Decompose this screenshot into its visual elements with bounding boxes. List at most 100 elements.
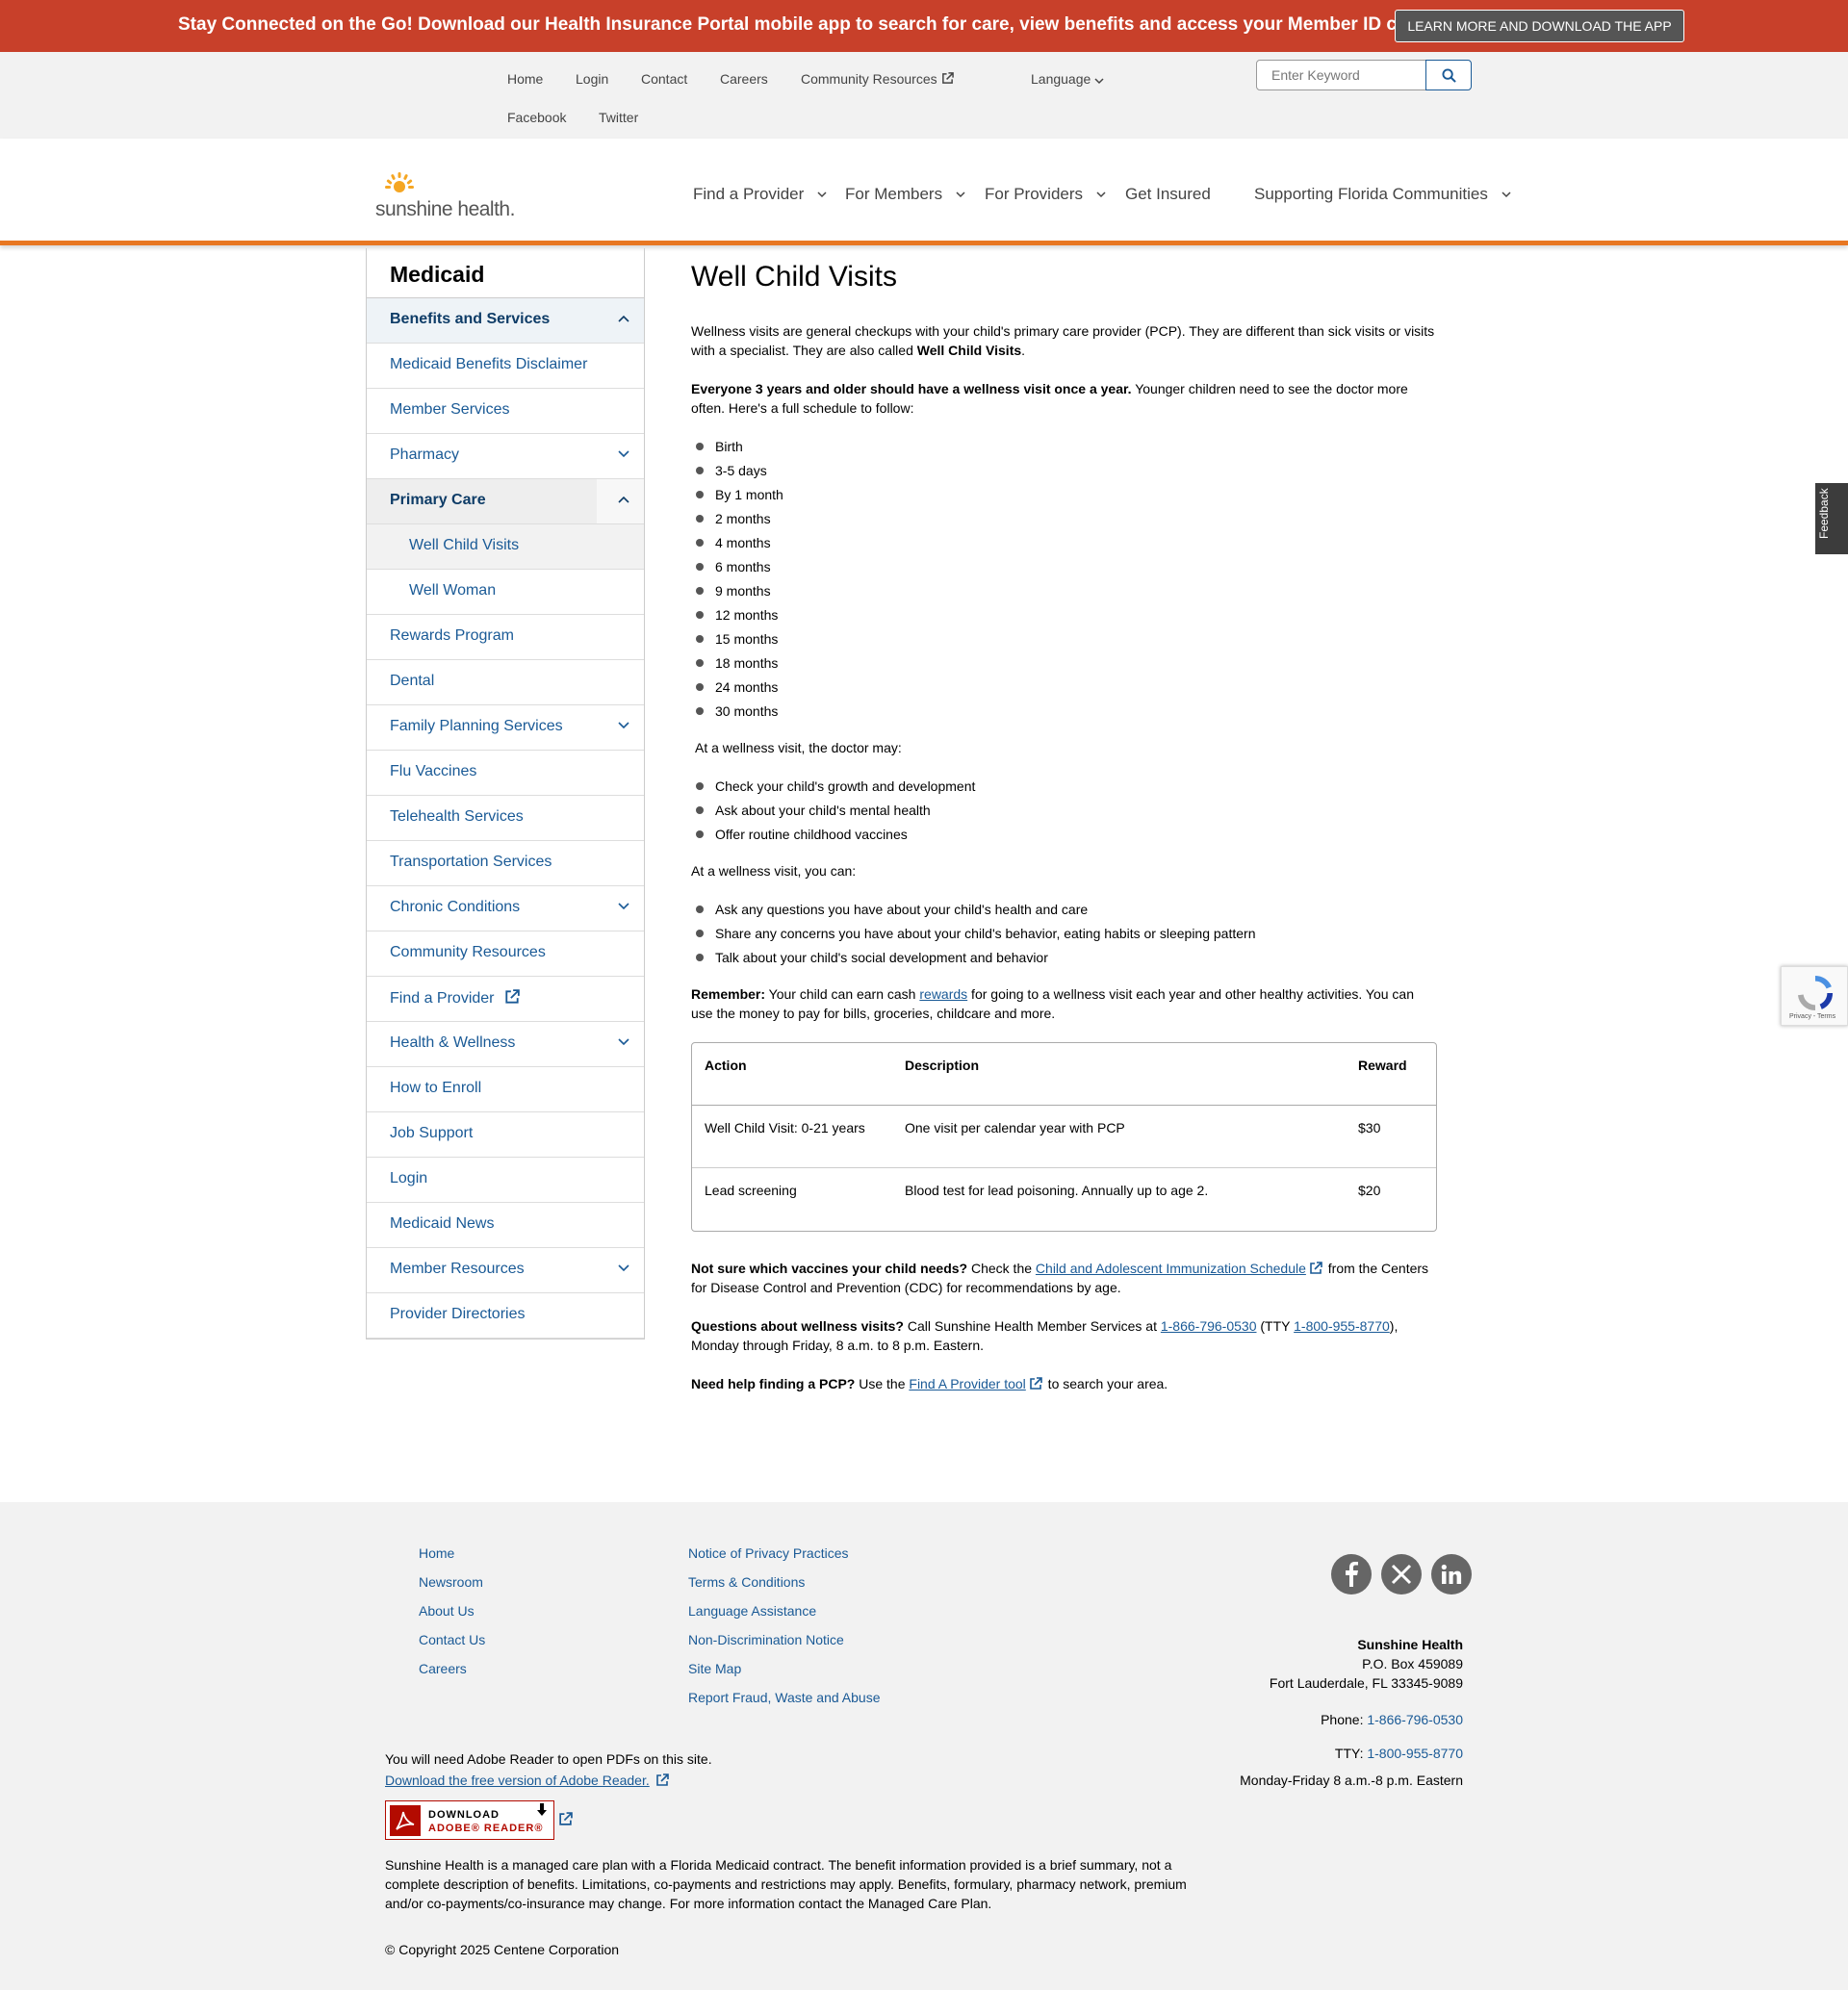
- questions-text: Call Sunshine Health Member Services at: [903, 1318, 1161, 1334]
- language-dropdown[interactable]: Language: [1031, 71, 1104, 87]
- table-row: Well Child Visit: 0-21 years One visit p…: [692, 1106, 1436, 1168]
- find-a-provider-tool-link[interactable]: Find A Provider tool: [909, 1376, 1025, 1391]
- util-link-home[interactable]: Home: [507, 71, 543, 87]
- member-services-phone-link[interactable]: 1-866-796-0530: [1161, 1318, 1257, 1334]
- pcp-bold: Need help finding a PCP?: [691, 1376, 856, 1391]
- util-link-facebook[interactable]: Facebook: [507, 110, 566, 125]
- rewards-link[interactable]: rewards: [919, 986, 967, 1002]
- sidebar-item-how-to-enroll[interactable]: How to Enroll: [367, 1067, 644, 1112]
- sidebar-item-medicaid-benefits-disclaimer[interactable]: Medicaid Benefits Disclaimer: [367, 344, 644, 389]
- sidebar-item-login[interactable]: Login: [367, 1158, 644, 1203]
- chevron-down-icon: [1096, 191, 1106, 198]
- immunization-schedule-link[interactable]: Child and Adolescent Immunization Schedu…: [1036, 1261, 1306, 1276]
- footer-org-name: Sunshine Health: [1357, 1637, 1463, 1652]
- adobe-reader-link-label: Download the free version of Adobe Reade…: [385, 1773, 650, 1788]
- util-link-contact[interactable]: Contact: [641, 71, 687, 87]
- chevron-down-icon: [956, 191, 965, 198]
- footer-link-contact-us[interactable]: Contact Us: [419, 1632, 485, 1647]
- footer-link-newsroom[interactable]: Newsroom: [419, 1574, 483, 1590]
- download-app-button[interactable]: LEARN MORE AND DOWNLOAD THE APP: [1395, 10, 1684, 42]
- chevron-down-icon[interactable]: [618, 903, 629, 910]
- sidebar-item-well-child-visits[interactable]: Well Child Visits: [367, 524, 644, 570]
- external-link-icon: [1310, 1262, 1322, 1274]
- sidebar-item-well-woman[interactable]: Well Woman: [367, 570, 644, 615]
- x-twitter-button[interactable]: [1381, 1554, 1422, 1595]
- chevron-down-icon[interactable]: [618, 1038, 629, 1046]
- util-link-community-resources[interactable]: Community Resources: [801, 71, 954, 87]
- footer-link-home[interactable]: Home: [419, 1545, 454, 1561]
- sidebar-item-dental[interactable]: Dental: [367, 660, 644, 705]
- copyright: © Copyright 2025 Centene Corporation: [385, 1942, 620, 1957]
- chevron-down-icon[interactable]: [618, 1264, 629, 1272]
- page-title: Well Child Visits: [691, 261, 897, 293]
- adobe-reader-link[interactable]: Download the free version of Adobe Reade…: [385, 1773, 671, 1788]
- nav-find-a-provider[interactable]: Find a Provider: [693, 185, 827, 204]
- sidebar-item-pharmacy[interactable]: Pharmacy: [367, 434, 644, 479]
- feedback-label: Feedback: [1817, 488, 1831, 539]
- footer-link-privacy[interactable]: Notice of Privacy Practices: [688, 1545, 849, 1561]
- recaptcha-terms[interactable]: Privacy - Terms: [1789, 1013, 1835, 1020]
- sidebar-item-label: Benefits and Services: [390, 311, 551, 327]
- sidebar-item-telehealth-services[interactable]: Telehealth Services: [367, 796, 644, 841]
- list-item: 4 months: [691, 533, 1437, 557]
- sidebar-item-primary-care[interactable]: Primary Care: [367, 479, 644, 524]
- chevron-up-icon[interactable]: [618, 315, 629, 322]
- sidebar-item-benefits-and-services[interactable]: Benefits and Services: [367, 298, 644, 344]
- tty-phone-link[interactable]: 1-800-955-8770: [1294, 1318, 1390, 1334]
- util-link-community-resources-label: Community Resources: [801, 71, 937, 87]
- nav-label: Find a Provider: [693, 185, 805, 203]
- pcp-text: Use the: [855, 1376, 910, 1391]
- footer-link-careers[interactable]: Careers: [419, 1661, 467, 1676]
- sidebar-item-medicaid-news[interactable]: Medicaid News: [367, 1203, 644, 1248]
- intro-bold: Well Child Visits: [916, 343, 1022, 358]
- util-link-twitter[interactable]: Twitter: [599, 110, 638, 125]
- search-button[interactable]: [1425, 60, 1472, 90]
- footer-phone-link[interactable]: 1-866-796-0530: [1367, 1712, 1463, 1727]
- language-label: Language: [1031, 71, 1091, 87]
- nav-for-providers[interactable]: For Providers: [985, 185, 1106, 204]
- util-link-careers[interactable]: Careers: [720, 71, 768, 87]
- chevron-down-icon[interactable]: [618, 722, 629, 729]
- sidebar-item-transportation-services[interactable]: Transportation Services: [367, 841, 644, 886]
- sidebar-item-member-resources[interactable]: Member Resources: [367, 1248, 644, 1293]
- download-adobe-reader-badge[interactable]: DOWNLOAD ADOBE® READER®: [385, 1800, 554, 1840]
- sidebar-item-find-a-provider[interactable]: Find a Provider: [367, 977, 644, 1022]
- footer-link-language-assistance[interactable]: Language Assistance: [688, 1603, 816, 1619]
- footer-link-report-fraud[interactable]: Report Fraud, Waste and Abuse: [688, 1690, 880, 1705]
- sidebar-item-community-resources[interactable]: Community Resources: [367, 931, 644, 977]
- search-icon: [1441, 67, 1456, 83]
- sidebar-item-member-services[interactable]: Member Services: [367, 389, 644, 434]
- chevron-up-icon[interactable]: [618, 496, 629, 503]
- footer-link-about-us[interactable]: About Us: [419, 1603, 475, 1619]
- nav-for-members[interactable]: For Members: [845, 185, 965, 204]
- footer-link-non-discrimination[interactable]: Non-Discrimination Notice: [688, 1632, 844, 1647]
- nav-supporting-florida-communities[interactable]: Supporting Florida Communities: [1254, 185, 1511, 204]
- schedule-bold: Everyone 3 years and older should have a…: [691, 381, 1132, 396]
- sidebar-item-rewards-program[interactable]: Rewards Program: [367, 615, 644, 660]
- recaptcha-badge[interactable]: Privacy - Terms: [1781, 966, 1848, 1026]
- sidebar-item-provider-directories[interactable]: Provider Directories: [367, 1293, 644, 1339]
- sidebar-item-label: Primary Care: [390, 492, 486, 508]
- util-link-login[interactable]: Login: [576, 71, 608, 87]
- remember-text: Your child can earn cash: [765, 986, 920, 1002]
- footer-link-terms[interactable]: Terms & Conditions: [688, 1574, 805, 1590]
- sidebar-item-job-support[interactable]: Job Support: [367, 1112, 644, 1158]
- linkedin-button[interactable]: [1431, 1554, 1472, 1595]
- facebook-button[interactable]: [1331, 1554, 1372, 1595]
- sidebar-item-label: Member Resources: [390, 1261, 525, 1277]
- tty-label: TTY:: [1334, 1746, 1368, 1761]
- questions-bold: Questions about wellness visits?: [691, 1318, 904, 1334]
- sidebar-item-family-planning-services[interactable]: Family Planning Services: [367, 705, 644, 751]
- footer-link-site-map[interactable]: Site Map: [688, 1661, 741, 1676]
- table-cell: Blood test for lead poisoning. Annually …: [905, 1183, 1209, 1198]
- nav-get-insured[interactable]: Get Insured: [1125, 185, 1211, 204]
- sidebar-item-health-wellness[interactable]: Health & Wellness: [367, 1022, 644, 1067]
- feedback-tab[interactable]: Feedback: [1815, 483, 1848, 554]
- search-input[interactable]: Enter Keyword: [1256, 60, 1426, 90]
- chevron-down-icon[interactable]: [618, 450, 629, 458]
- sidebar-item-chronic-conditions[interactable]: Chronic Conditions: [367, 886, 644, 931]
- footer-tty-link[interactable]: 1-800-955-8770: [1367, 1746, 1463, 1761]
- sidebar-item-label: Health & Wellness: [390, 1034, 516, 1051]
- external-link-icon[interactable]: [558, 1812, 573, 1826]
- sidebar-item-flu-vaccines[interactable]: Flu Vaccines: [367, 751, 644, 796]
